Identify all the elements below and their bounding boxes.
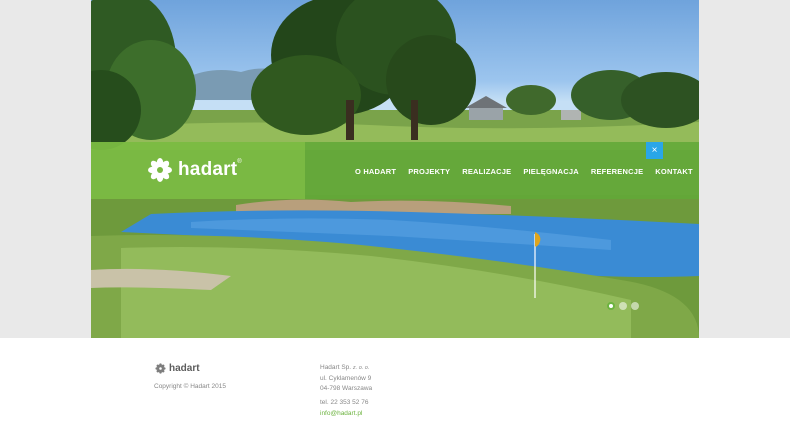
city-address: 04-798 Warszawa bbox=[320, 385, 373, 392]
slider-dot-2[interactable] bbox=[619, 302, 627, 310]
menu-item-o-hadart[interactable]: O HADART bbox=[355, 167, 396, 176]
menu-item-referencje[interactable]: REFERENCJE bbox=[591, 167, 643, 176]
slider-dot-3[interactable] bbox=[631, 302, 639, 310]
company-name: Hadart Sp. z. o. o. bbox=[320, 364, 370, 371]
menu-item-realizacje[interactable]: REALIZACJE bbox=[462, 167, 511, 176]
main-menu: O HADART PROJEKTY REALIZACJE PIELĘGNACJA… bbox=[355, 163, 693, 179]
street-address: ul. Cyklamenów 9 bbox=[320, 374, 372, 382]
menu-item-projekty[interactable]: PROJEKTY bbox=[408, 167, 450, 176]
company-address: Hadart Sp. z. o. o. ul. Cyklamenów 9 04-… bbox=[320, 363, 372, 395]
menu-item-kontakt[interactable]: KONTAKT bbox=[655, 167, 693, 176]
footer-logo-text: hadart bbox=[169, 363, 200, 374]
close-icon[interactable]: × bbox=[646, 142, 663, 159]
copyright-text: Copyright © Hadart 2015 bbox=[154, 383, 226, 390]
footer-background bbox=[0, 338, 790, 441]
flower-logo-icon bbox=[155, 363, 166, 374]
logo-text: hadart® bbox=[178, 159, 242, 180]
slider-pagination bbox=[607, 302, 639, 310]
menu-item-pielegnacja[interactable]: PIELĘGNACJA bbox=[523, 167, 579, 176]
flower-logo-icon bbox=[148, 158, 172, 182]
contact-info: tel. 22 353 52 76 info@hadart.pl bbox=[320, 398, 368, 419]
slider-dot-1[interactable] bbox=[607, 302, 615, 310]
phone-number: tel. 22 353 52 76 bbox=[320, 399, 369, 406]
hadart-logo[interactable]: hadart® bbox=[147, 155, 242, 185]
email-link[interactable]: info@hadart.pl bbox=[320, 410, 362, 417]
footer-logo[interactable]: hadart bbox=[155, 363, 200, 374]
